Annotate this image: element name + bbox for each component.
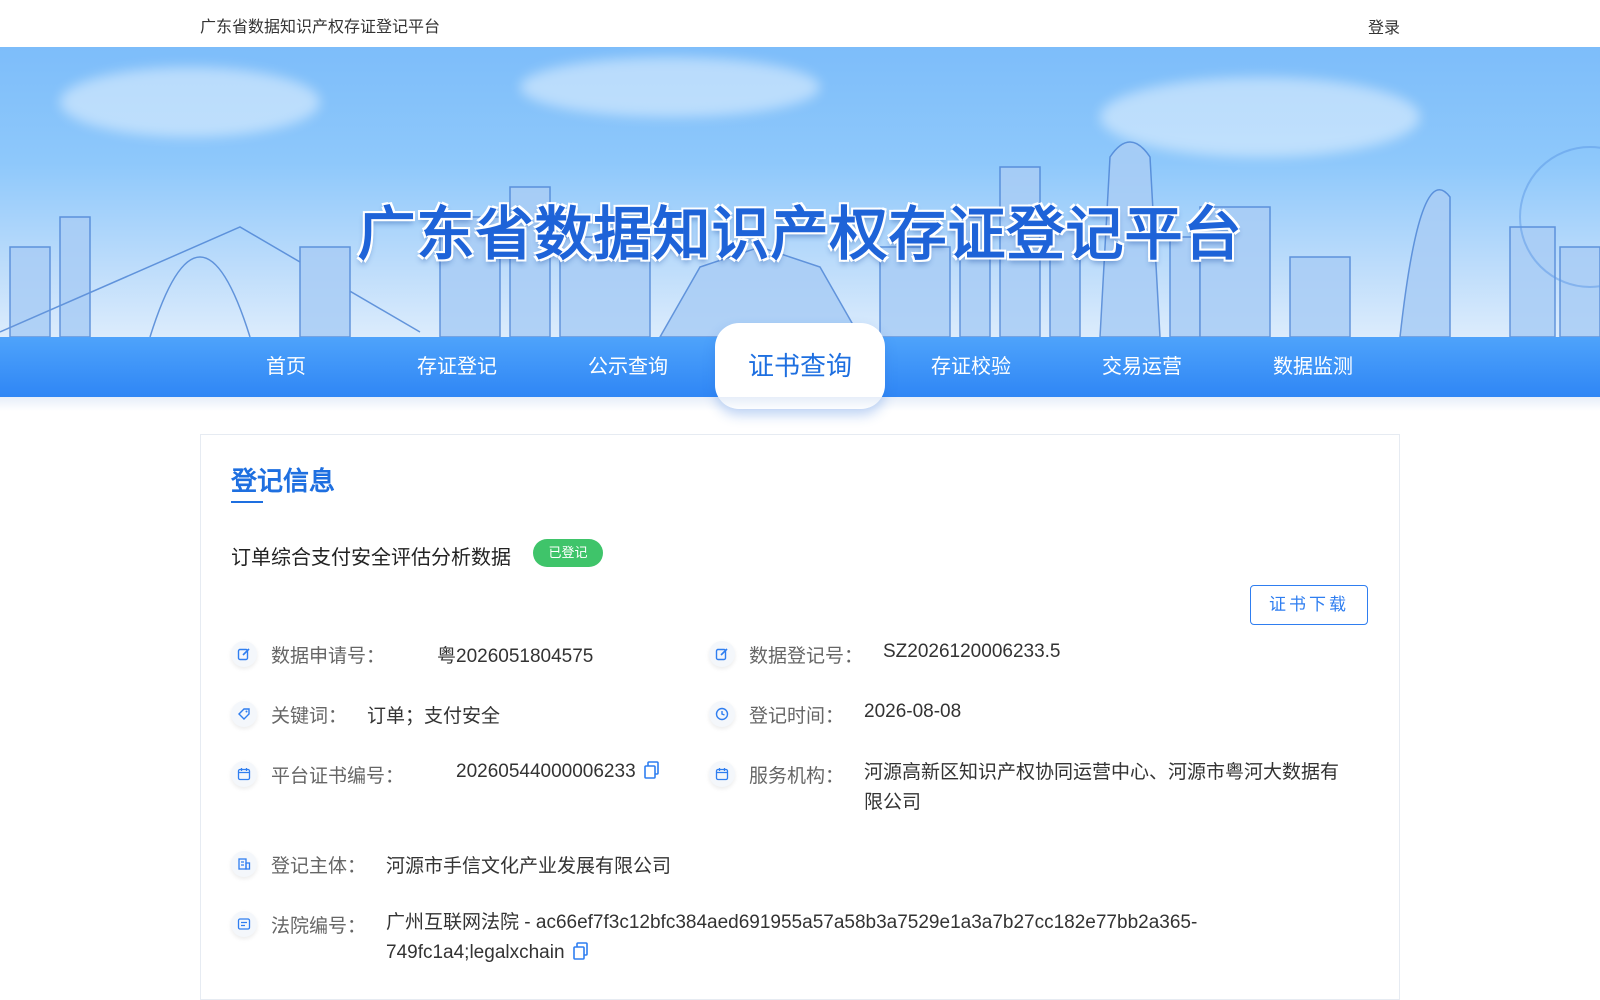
field-value: 2026-08-08 — [864, 701, 962, 722]
top-bar: 广东省数据知识产权存证登记平台 登录 — [0, 0, 1600, 47]
calendar-icon — [231, 761, 257, 787]
field-label: 关键词： — [271, 706, 348, 727]
hero-banner: 广东省数据知识产权存证登记平台 — [0, 47, 1600, 337]
nav-item-public-query[interactable]: 公示查询 — [543, 337, 713, 397]
field-label: 平台证书编号： — [271, 766, 405, 787]
field-label: 数据申请号： — [271, 646, 386, 667]
registration-info-card: 登记信息 订单综合支付安全评估分析数据 已登记 证书下载 数据申请号： 粤202… — [200, 434, 1400, 1000]
id-card-icon — [231, 911, 257, 937]
section-title: 登记信息 — [231, 466, 336, 496]
copy-icon[interactable] — [572, 940, 589, 970]
building-icon — [231, 851, 257, 877]
field-label: 数据登记号： — [749, 646, 864, 667]
field-value: 广州互联网法院 - ac66ef7f3c12bfc384aed691955a57… — [386, 908, 1197, 970]
court-no-line-1: 广州互联网法院 - ac66ef7f3c12bfc384aed691955a57… — [386, 912, 1198, 933]
field-value: 河源市手信文化产业发展有限公司 — [386, 856, 672, 877]
nav-item-home[interactable]: 首页 — [201, 337, 371, 397]
field-value: 粤2026051804575 — [437, 646, 594, 667]
section-title-underline — [231, 501, 263, 503]
nav-shadow — [0, 397, 1600, 411]
court-no-line-2: 749fc1a4;legalxchain — [386, 942, 565, 963]
nav-item-deposit-registration[interactable]: 存证登记 — [372, 337, 542, 397]
status-badge: 已登记 — [533, 539, 603, 567]
record-title: 订单综合支付安全评估分析数据 — [231, 547, 511, 569]
certificate-download-button[interactable]: 证书下载 — [1250, 585, 1368, 625]
nav-item-data-monitoring[interactable]: 数据监测 — [1228, 337, 1398, 397]
field-value: 订单；支付安全 — [367, 706, 501, 727]
field-label: 登记主体： — [271, 856, 367, 877]
service-org-line-1: 河源高新区知识产权协同运营中心、河源市粤河大数据有 — [864, 762, 1340, 783]
calendar-icon — [709, 761, 735, 787]
copy-icon[interactable] — [643, 761, 660, 785]
field-label: 登记时间： — [749, 706, 845, 727]
site-name: 广东省数据知识产权存证登记平台 — [200, 19, 441, 36]
nav-item-deposit-verification[interactable]: 存证校验 — [886, 337, 1056, 397]
field-value: SZ2026120006233.5 — [883, 641, 1061, 662]
certificate-no-text: 20260544000006233 — [456, 761, 636, 782]
service-org-line-2: 限公司 — [864, 792, 922, 813]
field-value: 20260544000006233 — [456, 761, 660, 785]
login-link[interactable]: 登录 — [1368, 14, 1400, 38]
nav-item-trade-operation[interactable]: 交易运营 — [1057, 337, 1227, 397]
field-value: 河源高新区知识产权协同运营中心、河源市粤河大数据有 限公司 — [864, 758, 1339, 818]
edit-icon — [231, 641, 257, 667]
field-label: 法院编号： — [271, 916, 367, 937]
field-label: 服务机构： — [749, 766, 845, 787]
clock-icon — [709, 701, 735, 727]
banner-headline: 广东省数据知识产权存证登记平台 — [357, 202, 1243, 267]
edit-icon — [709, 641, 735, 667]
main-nav: 首页 存证登记 公示查询 证书查询 存证校验 交易运营 数据监测 — [0, 323, 1600, 409]
tag-icon — [231, 701, 257, 727]
